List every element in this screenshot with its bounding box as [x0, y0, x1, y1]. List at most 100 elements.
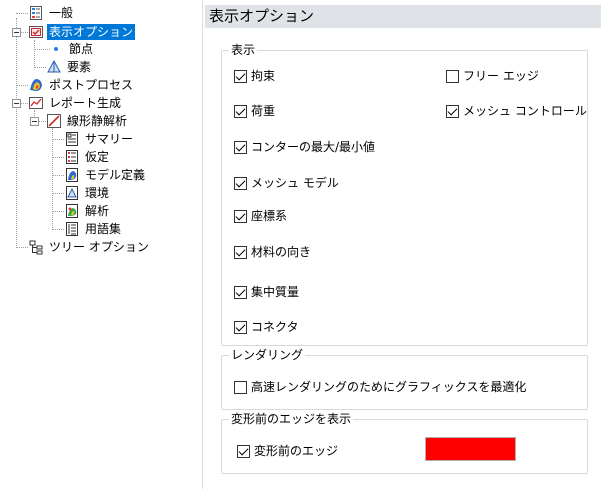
- checkbox-label: 材料の向き: [251, 245, 312, 259]
- tree-item-assumptions[interactable]: 仮定: [64, 148, 111, 166]
- display-group: [221, 50, 588, 346]
- tree-item-label: 要素: [67, 60, 92, 74]
- postprocess-icon: [28, 77, 44, 93]
- tree-connector-line: [16, 18, 17, 248]
- checkbox-label: メッシュ コントロール: [463, 104, 587, 118]
- glossary-icon: [64, 221, 80, 237]
- checkbox-box[interactable]: [234, 285, 247, 299]
- tree-connector-line: [52, 211, 64, 212]
- tree-item-general[interactable]: 一般: [28, 4, 75, 22]
- checkbox-box[interactable]: [234, 245, 247, 259]
- edge-color-button[interactable]: [425, 437, 516, 461]
- report-icon: [28, 95, 44, 111]
- analysis-icon: [64, 203, 80, 219]
- collapse-toggle-display-options[interactable]: [12, 28, 21, 37]
- checkbox-label: 高速レンダリングのためにグラフィックスを最適化: [251, 380, 527, 394]
- free-edge-checkbox[interactable]: フリー エッジ: [446, 69, 539, 83]
- element-icon: [46, 59, 62, 75]
- undeformed-edge-group-legend: 変形前のエッジを表示: [229, 412, 354, 426]
- tree-connector-line: [39, 121, 46, 122]
- tree-item-label: 仮定: [85, 150, 110, 164]
- collapse-toggle-report[interactable]: [12, 99, 21, 108]
- tree-item-analysis[interactable]: 解析: [64, 202, 111, 220]
- summary-icon: [64, 131, 80, 147]
- optimize-graphics-checkbox[interactable]: 高速レンダリングのためにグラフィックスを最適化: [234, 380, 526, 394]
- tree-connector-line: [52, 157, 64, 158]
- tree-connector-line: [52, 229, 64, 230]
- checkbox-label: メッシュ モデル: [251, 176, 339, 190]
- material-orientation-checkbox[interactable]: 材料の向き: [234, 245, 311, 259]
- checkbox-box[interactable]: [234, 69, 247, 83]
- lumped-mass-checkbox[interactable]: 集中質量: [234, 285, 299, 299]
- tree-connector-line: [21, 32, 28, 33]
- tree-item-tree-options[interactable]: ツリー オプション: [28, 238, 151, 256]
- checkbox-box[interactable]: [234, 209, 247, 223]
- node-dot-icon: [48, 41, 64, 57]
- checkbox-box[interactable]: [234, 380, 247, 394]
- tree-connector-line: [52, 193, 64, 194]
- mesh-model-checkbox[interactable]: メッシュ モデル: [234, 176, 339, 190]
- tree-item-label: モデル定義: [85, 168, 146, 182]
- tree-connector-line: [52, 175, 64, 176]
- checkbox-label: 座標系: [251, 209, 288, 223]
- tree-item-label: 解析: [85, 204, 110, 218]
- checkbox-label: 荷重: [251, 104, 276, 118]
- undeformed-edge-checkbox[interactable]: 変形前のエッジ: [237, 444, 338, 458]
- linear-static-icon: [46, 113, 62, 129]
- checkbox-box[interactable]: [234, 176, 247, 190]
- rendering-group-legend: レンダリング: [229, 348, 306, 362]
- tree-item-summary[interactable]: サマリー: [64, 130, 135, 148]
- checkbox-box[interactable]: [237, 444, 250, 458]
- checkbox-box[interactable]: [446, 69, 459, 83]
- tree-item-label: 線形静解析: [67, 114, 128, 128]
- tree-item-label: サマリー: [85, 132, 134, 146]
- checkbox-box[interactable]: [234, 320, 247, 334]
- tree-item-environment[interactable]: 環境: [64, 184, 111, 202]
- mesh-control-checkbox[interactable]: メッシュ コントロール: [446, 104, 587, 118]
- tree-item-postprocess[interactable]: ポストプロセス: [28, 76, 135, 94]
- tree-item-label: ツリー オプション: [49, 240, 149, 254]
- loads-checkbox[interactable]: 荷重: [234, 104, 275, 118]
- tree-item-label: 環境: [85, 186, 110, 200]
- model-definition-icon: [64, 167, 80, 183]
- tree-connector-line: [52, 128, 53, 230]
- general-icon: [28, 5, 44, 21]
- assumptions-icon: [64, 149, 80, 165]
- tree-item-element[interactable]: 要素: [46, 58, 93, 76]
- tree-connector-line: [52, 139, 64, 140]
- tree-item-report[interactable]: レポート生成: [28, 94, 123, 112]
- settings-tree: 一般 表示オプション 節点 要素 ポストプロセス レポート生成 線形静解析 サマ…: [0, 0, 203, 489]
- collapse-toggle-linear-static[interactable]: [30, 117, 39, 126]
- panel-header: 表示オプション: [205, 5, 601, 28]
- tree-item-display-options[interactable]: 表示オプション: [28, 23, 136, 41]
- tree-item-label: レポート生成: [49, 96, 122, 110]
- contour-minmax-checkbox[interactable]: コンターの最大/最小値: [234, 140, 375, 154]
- tree-item-label: ポストプロセス: [49, 78, 134, 92]
- tree-item-glossary[interactable]: 用語集: [64, 220, 123, 238]
- tree-item-linear-static[interactable]: 線形静解析: [46, 112, 129, 130]
- tree-item-label: 表示オプション: [47, 24, 136, 40]
- tree-connector-line: [21, 103, 28, 104]
- tree-item-node[interactable]: 節点: [48, 40, 95, 58]
- tree-item-model-definition[interactable]: モデル定義: [64, 166, 147, 184]
- tree-connector-line: [34, 40, 35, 68]
- tree-item-label: 用語集: [85, 222, 122, 236]
- restraints-checkbox[interactable]: 拘束: [234, 69, 275, 83]
- checkbox-label: 拘束: [251, 69, 276, 83]
- display-options-icon: [28, 24, 44, 40]
- tree-item-label: 一般: [49, 6, 74, 20]
- panel-title: 表示オプション: [209, 7, 315, 25]
- checkbox-label: 集中質量: [251, 285, 300, 299]
- tree-connector-line: [16, 85, 28, 86]
- checkbox-box[interactable]: [234, 140, 247, 154]
- coordinate-system-checkbox[interactable]: 座標系: [234, 209, 287, 223]
- checkbox-label: コネクタ: [251, 320, 299, 334]
- tree-item-label: 節点: [69, 42, 94, 56]
- display-group-legend: 表示: [229, 43, 258, 57]
- connector-checkbox[interactable]: コネクタ: [234, 320, 299, 334]
- tree-connector-line: [16, 13, 28, 14]
- tree-options-icon: [28, 239, 44, 255]
- checkbox-label: フリー エッジ: [463, 69, 539, 83]
- checkbox-box[interactable]: [234, 104, 247, 118]
- checkbox-box[interactable]: [446, 104, 459, 118]
